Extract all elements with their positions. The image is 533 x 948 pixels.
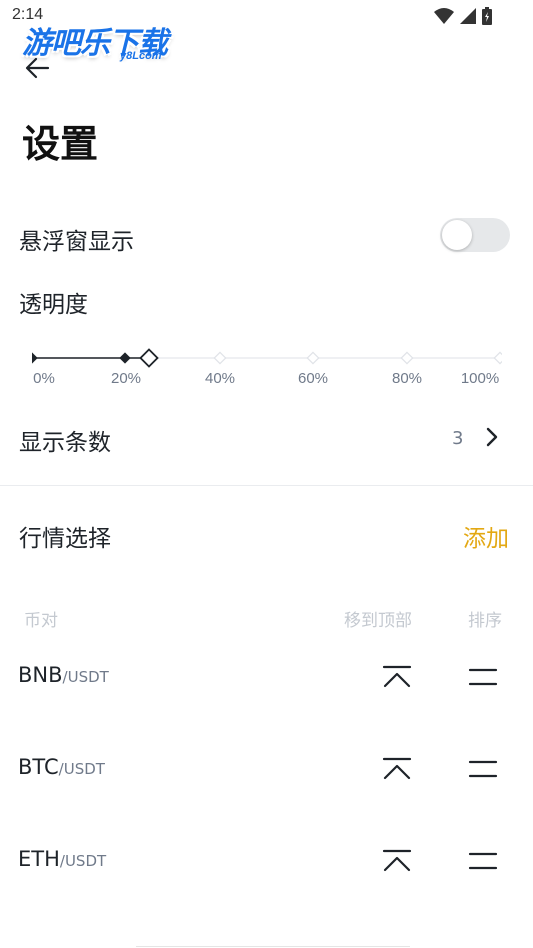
page-title: 设置 xyxy=(22,122,99,166)
opacity-tick-60: 60% xyxy=(297,370,329,387)
pair-base: ETH xyxy=(18,847,60,871)
slider-node-40 xyxy=(213,351,227,365)
pair-base: BTC xyxy=(18,755,59,779)
opacity-tick-20: 20% xyxy=(110,370,142,387)
display-count-value[interactable]: 3 xyxy=(452,428,463,449)
opacity-tick-40: 40% xyxy=(204,370,236,387)
pair-row-btc: BTC/USDT xyxy=(18,755,105,779)
add-button[interactable]: 添加 xyxy=(463,519,509,553)
arrow-left-icon xyxy=(25,57,50,79)
status-icons xyxy=(433,6,493,26)
sort-handle[interactable] xyxy=(467,664,499,692)
battery-icon xyxy=(482,7,492,25)
floating-window-toggle[interactable] xyxy=(440,218,510,252)
drag-handle-icon xyxy=(468,852,498,870)
move-to-top-icon xyxy=(382,757,412,780)
pair-row-eth: ETH/USDT xyxy=(18,847,106,871)
signal-icon xyxy=(460,8,476,24)
floating-window-label: 悬浮窗显示 xyxy=(19,229,134,255)
bottom-divider xyxy=(136,946,410,947)
back-button[interactable] xyxy=(22,54,52,82)
pair-quote: /USDT xyxy=(58,760,105,778)
display-count-label: 显示条数 xyxy=(19,430,111,456)
sort-handle[interactable] xyxy=(467,756,499,784)
opacity-slider[interactable] xyxy=(32,346,502,370)
toggle-knob xyxy=(442,220,472,250)
opacity-tick-0: 0% xyxy=(33,370,55,387)
market-selection-label: 行情选择 xyxy=(19,526,111,552)
slider-node-0 xyxy=(32,352,38,364)
column-pair: 币对 xyxy=(24,611,58,631)
move-to-top-button[interactable] xyxy=(381,664,413,692)
move-to-top-icon xyxy=(382,665,412,688)
opacity-label: 透明度 xyxy=(19,292,88,318)
drag-handle-icon xyxy=(468,668,498,686)
pair-quote: /USDT xyxy=(59,852,107,870)
pair-base: BNB xyxy=(18,663,63,687)
slider-node-80 xyxy=(400,351,414,365)
move-to-top-button[interactable] xyxy=(381,756,413,784)
wifi-icon xyxy=(434,8,454,24)
slider-node-20 xyxy=(119,352,131,364)
watermark-sub: y8Lcom xyxy=(120,50,162,62)
opacity-tick-100: 100% xyxy=(460,370,500,387)
slider-thumb[interactable] xyxy=(139,348,159,368)
slider-node-100 xyxy=(493,351,502,365)
move-to-top-icon xyxy=(382,849,412,872)
column-sort: 排序 xyxy=(468,611,502,631)
display-count-chevron[interactable] xyxy=(483,425,501,449)
pair-quote: /USDT xyxy=(62,668,109,686)
column-move-top: 移到顶部 xyxy=(344,611,412,631)
chevron-right-icon xyxy=(486,427,498,447)
section-divider xyxy=(0,485,533,486)
move-to-top-button[interactable] xyxy=(381,848,413,876)
pair-row-bnb: BNB/USDT xyxy=(18,663,109,687)
slider-node-60 xyxy=(306,351,320,365)
drag-handle-icon xyxy=(468,760,498,778)
sort-handle[interactable] xyxy=(467,848,499,876)
opacity-tick-80: 80% xyxy=(391,370,423,387)
